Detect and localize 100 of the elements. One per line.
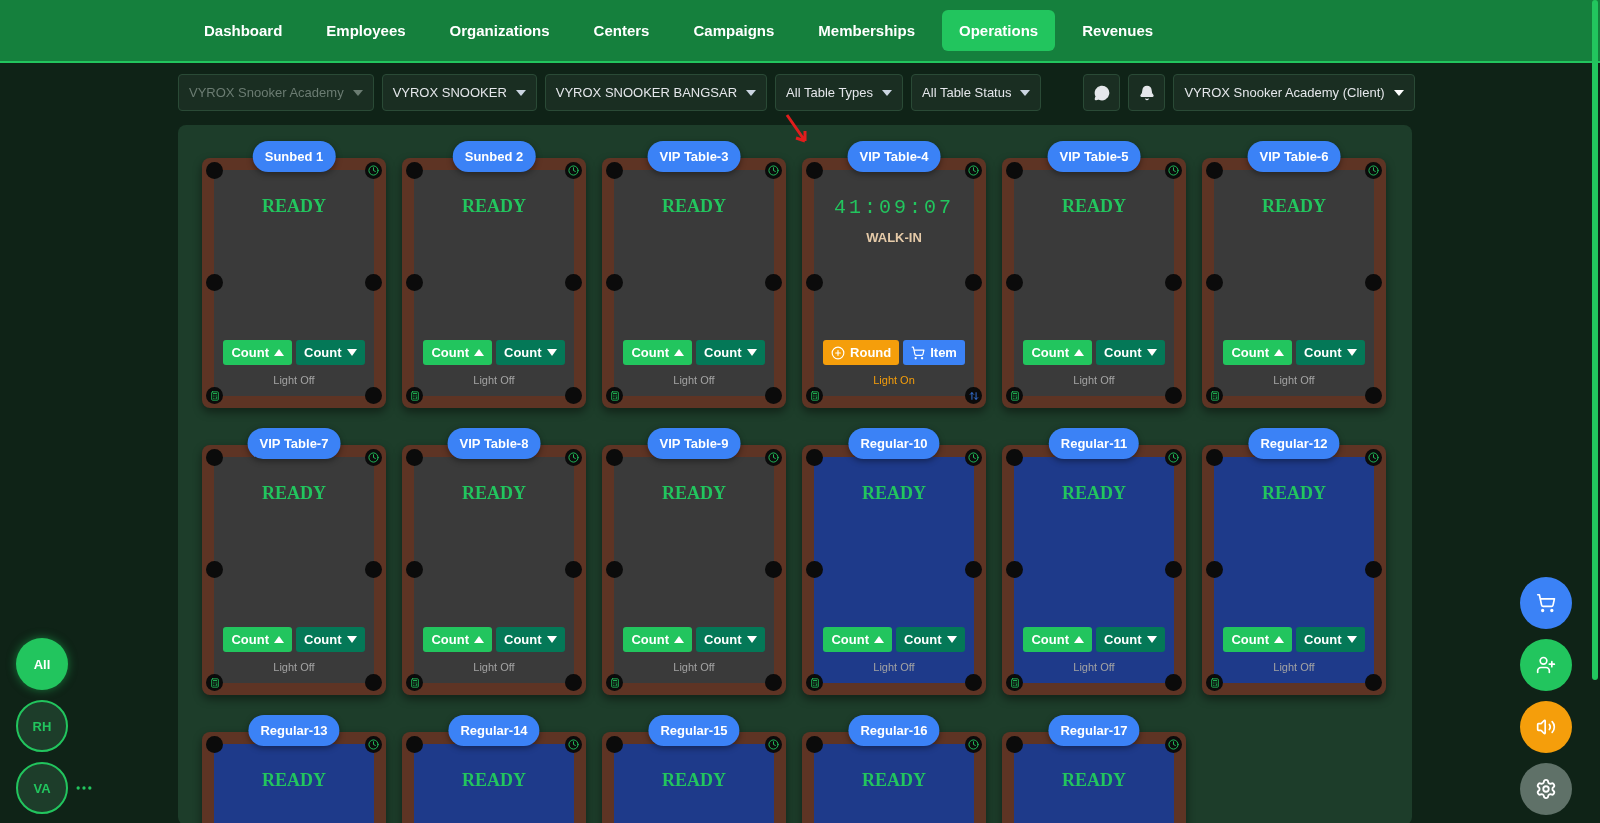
calculator-icon[interactable] <box>406 674 423 691</box>
status-text: READY <box>1062 196 1126 217</box>
count-down-button[interactable]: Count <box>296 627 365 652</box>
nav-tab[interactable]: Campaigns <box>676 10 792 51</box>
count-down-button[interactable]: Count <box>1096 627 1165 652</box>
calculator-icon[interactable] <box>806 674 823 691</box>
triangle-down-icon <box>1346 636 1357 643</box>
calculator-icon[interactable] <box>1206 674 1223 691</box>
light-status: Light Off <box>873 661 915 673</box>
calculator-icon[interactable] <box>606 674 623 691</box>
pocket <box>365 674 382 691</box>
triangle-up-icon <box>1074 349 1084 356</box>
pocket <box>1006 449 1023 466</box>
calculator-icon[interactable] <box>806 387 823 404</box>
nav-tab[interactable]: Employees <box>309 10 423 51</box>
clock-icon[interactable] <box>1165 736 1182 753</box>
clock-icon[interactable] <box>365 736 382 753</box>
clock-icon[interactable] <box>365 162 382 179</box>
calculator-icon[interactable] <box>1006 387 1023 404</box>
pocket <box>806 561 823 578</box>
count-down-button[interactable]: Count <box>896 627 965 652</box>
table-label: Regular-13 <box>248 715 340 746</box>
calculator-icon[interactable] <box>406 387 423 404</box>
count-down-button[interactable]: Count <box>1096 340 1165 365</box>
bell-icon[interactable] <box>1128 74 1166 111</box>
nav-tab[interactable]: Memberships <box>801 10 932 51</box>
clock-icon[interactable] <box>565 736 582 753</box>
filter-dropdown[interactable]: All Table Types <box>775 74 904 111</box>
pocket <box>606 449 623 466</box>
light-status: Light Off <box>473 374 515 386</box>
clock-icon[interactable] <box>1365 162 1382 179</box>
pocket <box>606 736 623 753</box>
scrollbar[interactable] <box>1592 0 1598 680</box>
staff-filter[interactable]: RH <box>16 700 68 752</box>
pocket <box>1365 274 1382 291</box>
clock-icon[interactable] <box>965 736 982 753</box>
clock-icon[interactable] <box>1365 449 1382 466</box>
calculator-icon[interactable] <box>206 387 223 404</box>
clock-icon[interactable] <box>365 449 382 466</box>
clock-icon[interactable] <box>565 162 582 179</box>
chat-icon[interactable] <box>1083 74 1121 111</box>
clock-icon[interactable] <box>765 449 782 466</box>
status-text: READY <box>862 770 926 791</box>
pocket <box>406 449 423 466</box>
light-status: Light Off <box>1273 661 1315 673</box>
status-text: READY <box>462 483 526 504</box>
pocket <box>765 387 782 404</box>
pocket <box>1206 274 1223 291</box>
count-down-button[interactable]: Count <box>296 340 365 365</box>
clock-icon[interactable] <box>565 449 582 466</box>
calculator-icon[interactable] <box>1006 674 1023 691</box>
light-status: Light Off <box>273 374 315 386</box>
calculator-icon[interactable] <box>1206 387 1223 404</box>
clock-icon[interactable] <box>765 162 782 179</box>
pocket <box>806 274 823 291</box>
count-down-button[interactable]: Count <box>496 340 565 365</box>
count-down-button[interactable]: Count <box>496 627 565 652</box>
nav-tab[interactable]: Organizations <box>432 10 567 51</box>
pocket <box>965 561 982 578</box>
settings-icon <box>1535 778 1557 800</box>
clock-icon[interactable] <box>965 162 982 179</box>
filter-dropdown[interactable]: All Table Status <box>911 74 1042 111</box>
status-text: READY <box>662 770 726 791</box>
account-dropdown[interactable]: VYROX Snooker Academy (Client) <box>1173 74 1415 111</box>
cart-icon <box>911 345 926 360</box>
status-text: READY <box>1262 196 1326 217</box>
cart-button[interactable] <box>1520 577 1572 629</box>
filter-dropdown[interactable]: VYROX SNOOKER BANGSAR <box>544 74 768 111</box>
nav-tab[interactable]: Dashboard <box>187 10 300 51</box>
count-down-button[interactable]: Count <box>696 340 765 365</box>
status-text: READY <box>1262 483 1326 504</box>
count-down-button[interactable]: Count <box>1296 627 1365 652</box>
pocket <box>965 274 982 291</box>
clock-icon[interactable] <box>1165 162 1182 179</box>
pocket <box>806 162 823 179</box>
clock-icon[interactable] <box>765 736 782 753</box>
triangle-up-icon <box>274 636 284 643</box>
clock-icon[interactable] <box>1165 449 1182 466</box>
table-label: Regular-17 <box>1048 715 1140 746</box>
triangle-up-icon <box>474 349 484 356</box>
settings-button[interactable] <box>1520 763 1572 815</box>
calculator-icon[interactable] <box>206 674 223 691</box>
item-button[interactable]: Item <box>903 340 965 365</box>
caret-icon <box>746 89 757 96</box>
caret-icon <box>1020 89 1031 96</box>
table-label: VIP Table-8 <box>447 428 541 459</box>
speaker-button[interactable] <box>1520 701 1572 753</box>
pocket <box>965 674 982 691</box>
add-user-button[interactable] <box>1520 639 1572 691</box>
filter-dropdown[interactable]: VYROX SNOOKER <box>381 74 537 111</box>
triangle-down-icon <box>1146 636 1157 643</box>
nav-tab[interactable]: Revenues <box>1065 10 1171 51</box>
status-text: READY <box>462 196 526 217</box>
count-down-button[interactable]: Count <box>696 627 765 652</box>
clock-icon[interactable] <box>965 449 982 466</box>
count-down-button[interactable]: Count <box>1296 340 1365 365</box>
calculator-icon[interactable] <box>606 387 623 404</box>
nav-tab[interactable]: Centers <box>576 10 667 51</box>
light-status: Light Off <box>1073 374 1115 386</box>
staff-filter[interactable]: VA <box>16 762 68 814</box>
